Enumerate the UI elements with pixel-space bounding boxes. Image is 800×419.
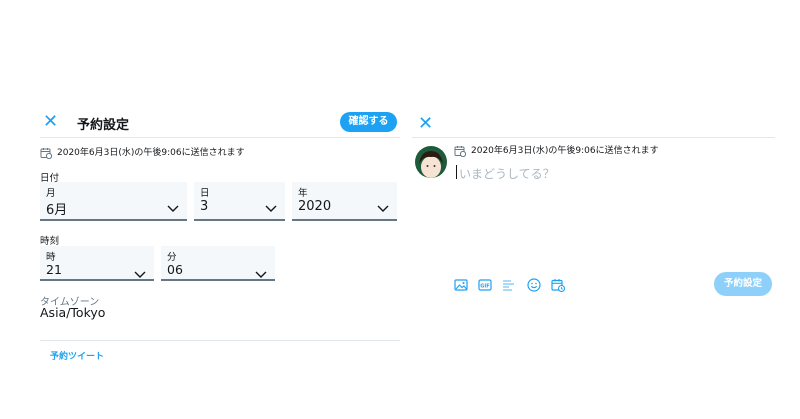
gif-icon[interactable]: GIF: [478, 278, 492, 292]
footer-divider: [40, 340, 400, 341]
calendar-clock-icon: [40, 144, 53, 163]
month-value: 6月: [46, 203, 68, 218]
day-value: 3: [200, 199, 209, 214]
timezone-value: Asia/Tokyo: [40, 305, 106, 320]
poll-icon[interactable]: [502, 278, 516, 292]
page-title: 予約設定: [77, 118, 130, 133]
text-caret: [456, 165, 457, 179]
hour-select[interactable]: 時 21: [40, 246, 154, 281]
close-icon[interactable]: ✕: [43, 113, 58, 131]
month-label: 月: [46, 188, 56, 199]
schedule-icon[interactable]: [551, 278, 565, 292]
calendar-clock-icon: [454, 142, 467, 161]
chevron-down-icon: [134, 264, 146, 283]
minute-select[interactable]: 分 06: [161, 246, 275, 281]
hour-value: 21: [46, 262, 62, 277]
day-select[interactable]: 日 3: [194, 182, 285, 221]
scheduled-tweets-link[interactable]: 予約ツイート: [50, 349, 104, 362]
year-label: 年: [298, 188, 308, 199]
day-label: 日: [200, 188, 210, 199]
svg-text:GIF: GIF: [480, 284, 489, 290]
hour-label: 時: [46, 252, 56, 263]
minute-label: 分: [167, 252, 177, 263]
image-icon[interactable]: [454, 278, 468, 292]
year-value: 2020: [298, 199, 332, 214]
header-divider: [40, 137, 400, 138]
avatar[interactable]: [415, 146, 447, 178]
header-divider: [412, 137, 775, 138]
emoji-icon[interactable]: [527, 278, 541, 292]
time-section-label: 時刻: [40, 236, 60, 247]
chevron-down-icon: [255, 264, 267, 283]
chevron-down-icon: [265, 198, 277, 217]
chevron-down-icon: [377, 198, 389, 217]
close-icon[interactable]: ✕: [418, 115, 433, 133]
schedule-button[interactable]: 予約設定: [714, 272, 772, 296]
schedule-note: 2020年6月3日(水)の午後9:06に送信されます: [471, 146, 659, 156]
month-select[interactable]: 月 6月: [40, 182, 187, 221]
confirm-button[interactable]: 確認する: [340, 112, 397, 132]
chevron-down-icon: [167, 198, 179, 217]
tweet-input[interactable]: いまどうしてる？: [459, 165, 759, 182]
minute-value: 06: [167, 262, 183, 277]
schedule-note: 2020年6月3日(水)の午後9:06に送信されます: [57, 148, 245, 158]
year-select[interactable]: 年 2020: [292, 182, 397, 221]
